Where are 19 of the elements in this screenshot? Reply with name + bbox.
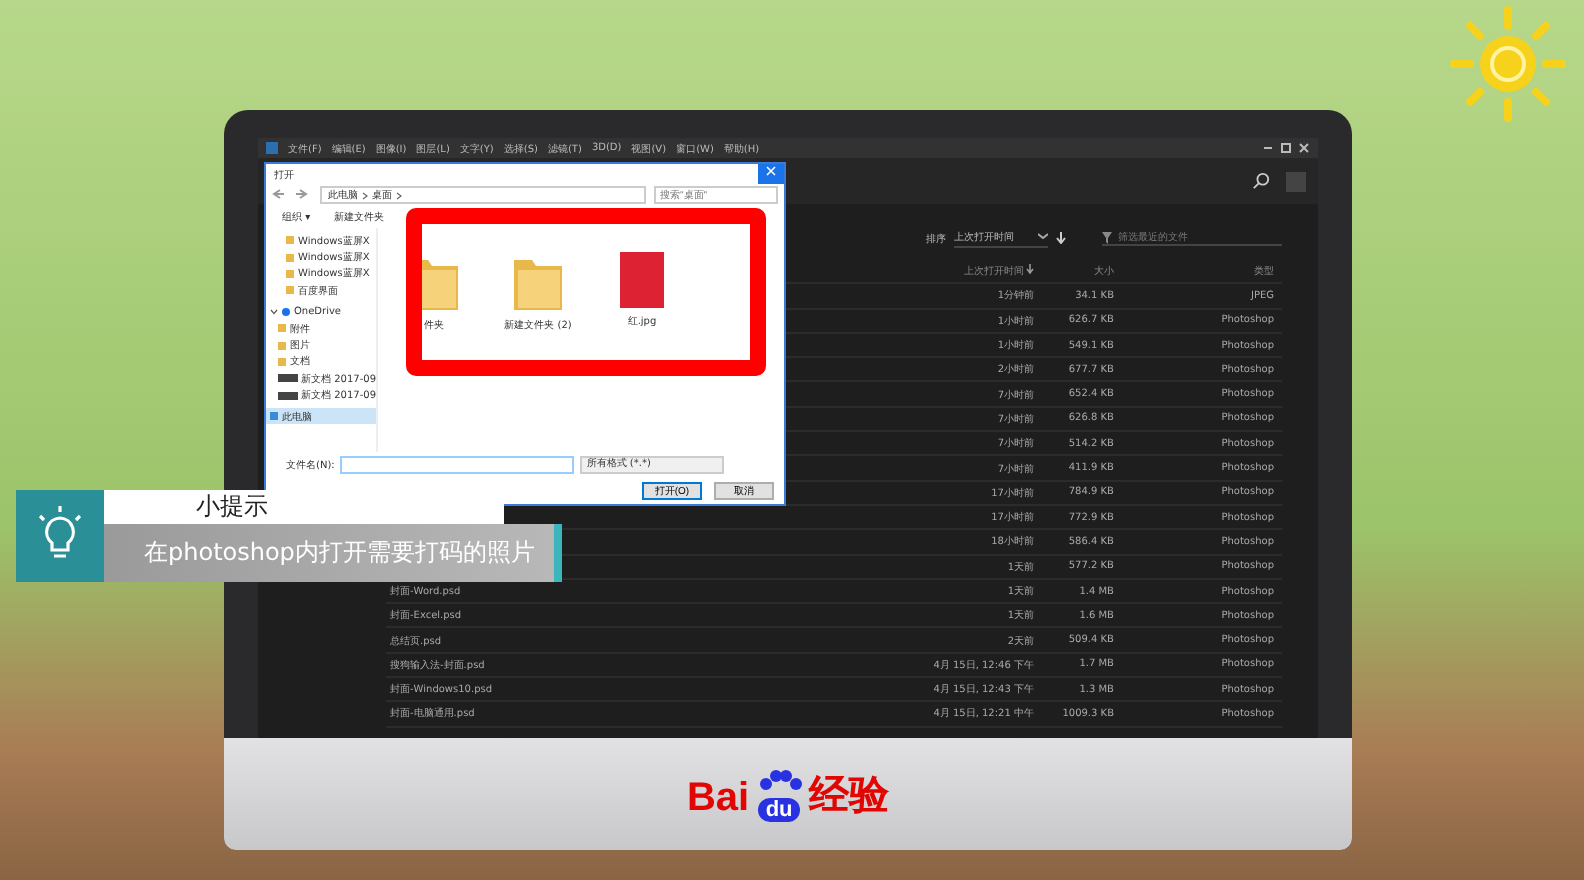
sun-drawing: [1448, 4, 1568, 124]
chevron-right-icon: [396, 191, 402, 199]
sort-direction-icon[interactable]: [1056, 232, 1066, 244]
chevron-down-icon: [1038, 232, 1048, 240]
chevron-right-icon: [362, 191, 368, 199]
filter-icon[interactable]: [1102, 231, 1112, 243]
photo-placeholder: [620, 252, 664, 308]
app-icon: [266, 142, 278, 154]
tip-text: 在photoshop内打开需要打码的照片: [104, 524, 563, 582]
sort-arrow-icon: [1026, 264, 1034, 275]
tip-title: 小提示: [104, 490, 504, 524]
chevron-icon[interactable]: [270, 307, 278, 316]
lightbulb-icon: [16, 490, 104, 582]
window-controls-icon[interactable]: [1262, 142, 1310, 154]
search-icon[interactable]: [1252, 172, 1270, 190]
brand-logo: Bai du 经验: [686, 767, 890, 821]
filename-field[interactable]: [340, 455, 575, 473]
close-button[interactable]: [758, 164, 784, 184]
navigation-arrows-icon[interactable]: [272, 187, 312, 203]
